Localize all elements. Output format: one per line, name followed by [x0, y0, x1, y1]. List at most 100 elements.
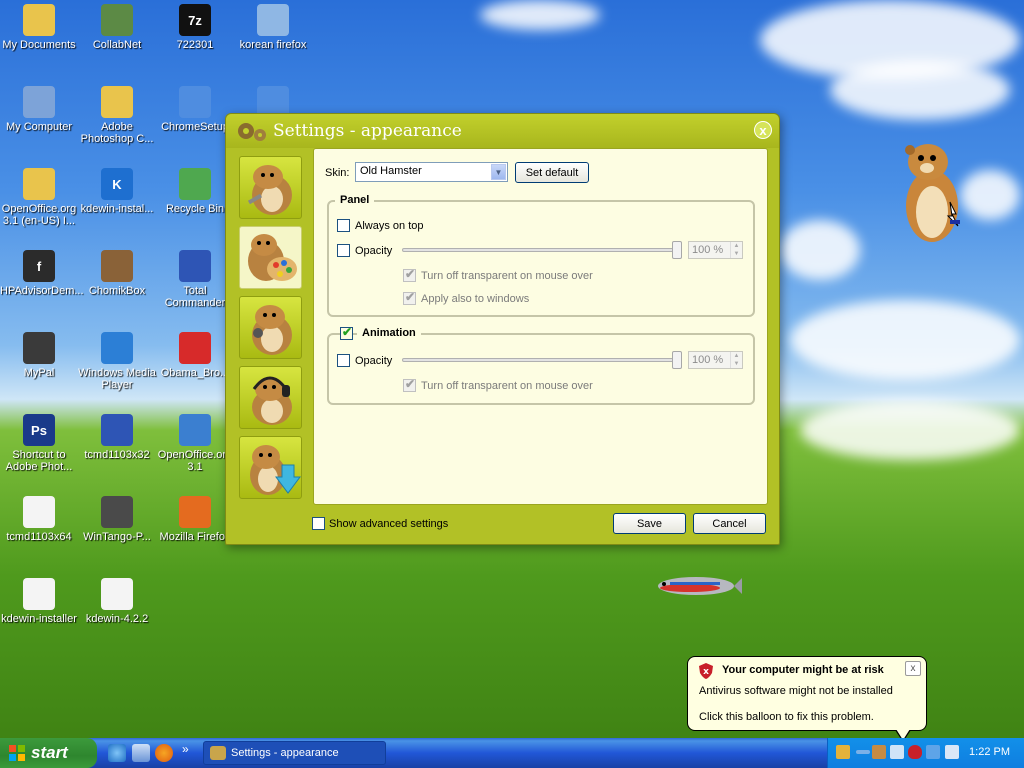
spinner-arrows-icon[interactable]: ▲ ▼	[730, 352, 742, 368]
hamster-mascot-icon[interactable]	[900, 140, 964, 244]
desktop-icon-label: Mozilla Firefox	[159, 531, 231, 543]
tray-app-icon[interactable]	[836, 745, 850, 759]
panel-turn-off-transparent-checkbox[interactable]: ✔	[403, 267, 416, 282]
desktop-icon[interactable]: korean firefox	[234, 4, 312, 51]
cloud	[960, 170, 1020, 220]
show-advanced-checkbox[interactable]	[312, 517, 325, 530]
cancel-button[interactable]: Cancel	[693, 513, 766, 534]
desktop-icon[interactable]: Windows Media Player	[78, 332, 156, 391]
desktop-icon[interactable]: OpenOffice.org 3.1 (en-US) I...	[0, 168, 78, 227]
desktop-icon[interactable]: tcmd1103x64	[0, 496, 78, 543]
balloon-message: Antivirus software might not be installe…	[699, 685, 893, 697]
taskbar-item-settings[interactable]: Settings - appearance	[203, 741, 386, 765]
desktop-icon[interactable]: My Computer	[0, 86, 78, 133]
panel-opacity-slider[interactable]	[672, 241, 682, 259]
media-player-icon[interactable]	[155, 744, 173, 762]
desktop-icon[interactable]: MyPal	[0, 332, 78, 379]
sidebar-item-skin[interactable]	[239, 156, 302, 219]
cloud	[480, 0, 600, 30]
desktop-icon[interactable]: CollabNet	[78, 4, 156, 51]
desktop-icon[interactable]: ChromeSetup	[156, 86, 234, 133]
set-default-button[interactable]: Set default	[515, 162, 589, 183]
desktop-icon[interactable]: My Documents	[0, 4, 78, 51]
tray-tool-icon[interactable]	[945, 745, 959, 759]
flash-icon: f	[23, 250, 55, 282]
anim-opacity-track[interactable]	[402, 358, 682, 362]
cloud	[790, 300, 1020, 380]
sidebar-item-update[interactable]	[239, 436, 302, 499]
desktop-icon-label: Total Commander	[164, 285, 226, 309]
gears-icon	[238, 123, 266, 141]
computer-icon	[23, 86, 55, 118]
anim-opacity-slider[interactable]	[672, 351, 682, 369]
desktop-icon[interactable]: ChomikBox	[78, 250, 156, 297]
desktop-icon[interactable]: 7z 722301	[156, 4, 234, 51]
panel-opacity-spinner[interactable]: 100 % ▲ ▼	[688, 241, 743, 259]
desktop-icon[interactable]: Adobe Photoshop C...	[78, 86, 156, 145]
desktop-icon[interactable]: Kkdewin-instal...	[78, 168, 156, 215]
always-on-top-checkbox[interactable]	[337, 219, 350, 232]
anim-opacity-spinner[interactable]: 100 % ▲ ▼	[688, 351, 743, 369]
show-advanced-label: Show advanced settings	[329, 518, 449, 530]
cancel-label: Cancel	[712, 517, 747, 530]
panel-turn-off-transparent-label: Turn off transparent on mouse over	[421, 270, 593, 282]
animation-checkbox[interactable]: ✔	[340, 325, 353, 340]
panel-group-title: Panel	[335, 194, 375, 206]
desktop-icon[interactable]: f HPAdvisorDem...	[0, 250, 84, 297]
start-button[interactable]: start	[0, 738, 97, 768]
desktop-icon[interactable]: Obama_Bro...	[156, 332, 234, 379]
folder-icon	[23, 168, 55, 200]
show-desktop-icon[interactable]	[132, 744, 150, 762]
sidebar-item-chat[interactable]	[239, 296, 302, 359]
tray-shield-icon[interactable]	[908, 745, 922, 759]
set-default-label: Set default	[525, 166, 579, 179]
desktop-icon[interactable]: Total Commander	[156, 250, 234, 309]
anim-opacity-checkbox[interactable]	[337, 354, 350, 367]
panel-opacity-label: Opacity	[355, 245, 393, 257]
desktop-icon[interactable]: Mozilla Firefox	[156, 496, 234, 543]
desktop-icon-label: kdewin-instal...	[80, 203, 154, 215]
desktop-icon[interactable]: kdewin-4.2.2	[78, 578, 156, 625]
tray-network-icon[interactable]	[856, 750, 870, 754]
taskbar-item-label: Settings - appearance	[231, 747, 339, 759]
desktop-icon-label: WinTango-P...	[83, 531, 151, 543]
panel-opacity-track[interactable]	[402, 248, 682, 252]
sidebar-item-appearance[interactable]	[239, 226, 302, 289]
openoffice-icon	[179, 414, 211, 446]
desktop-icon-label: tcmd1103x32	[84, 449, 150, 461]
tray-display-icon[interactable]	[890, 745, 904, 759]
sidebar-item-sound[interactable]	[239, 366, 302, 429]
save-button[interactable]: Save	[613, 513, 686, 534]
internet-explorer-icon[interactable]	[108, 744, 126, 762]
tray-kde-icon[interactable]	[926, 745, 940, 759]
quicklaunch-chevron-icon[interactable]: »	[182, 742, 189, 756]
desktop-icon-label: OpenOffice.org 3.1 (en-US) I...	[1, 203, 77, 227]
close-button[interactable]: x	[754, 121, 772, 139]
desktop-icon-label: kdewin-installer	[1, 613, 77, 625]
desktop-icon[interactable]: tcmd1103x32	[78, 414, 156, 461]
desktop-icon[interactable]: Ps Shortcut to Adobe Phot...	[0, 414, 78, 473]
hamster-microphone-icon	[252, 305, 292, 355]
chevron-down-icon[interactable]: ▼	[491, 164, 506, 180]
desktop-icon[interactable]: kdewin-installer	[0, 578, 78, 625]
anim-turn-off-transparent-checkbox[interactable]: ✔	[403, 377, 416, 392]
chomikbox-icon	[101, 250, 133, 282]
security-balloon[interactable]: x Your computer might be at risk x Antiv…	[687, 656, 927, 731]
dialog-titlebar[interactable]: Settings - appearance x	[226, 114, 779, 148]
skin-select-value: Old Hamster	[360, 165, 422, 177]
desktop-icon[interactable]: Recycle Bin	[156, 168, 234, 215]
panel-opacity-checkbox[interactable]	[337, 244, 350, 257]
spinner-arrows-icon[interactable]: ▲ ▼	[730, 242, 742, 258]
desktop-icon[interactable]: OpenOffice.org 3.1	[156, 414, 234, 473]
balloon-title: Your computer might be at risk	[722, 664, 884, 676]
animation-group-title: Animation	[357, 327, 421, 339]
apply-windows-checkbox[interactable]: ✔	[403, 290, 416, 305]
desktop-icon[interactable]: WinTango-P...	[78, 496, 156, 543]
desktop-icon-label: 722301	[176, 39, 214, 51]
fish-icon[interactable]	[650, 572, 742, 600]
balloon-close-button[interactable]: x	[905, 661, 921, 676]
skin-select[interactable]: Old Hamster ▼	[355, 162, 508, 182]
desktop-icon-label: Shortcut to Adobe Phot...	[5, 449, 73, 473]
7z-archive-icon: 7z	[179, 4, 211, 36]
tray-hamster-icon[interactable]	[872, 745, 886, 759]
